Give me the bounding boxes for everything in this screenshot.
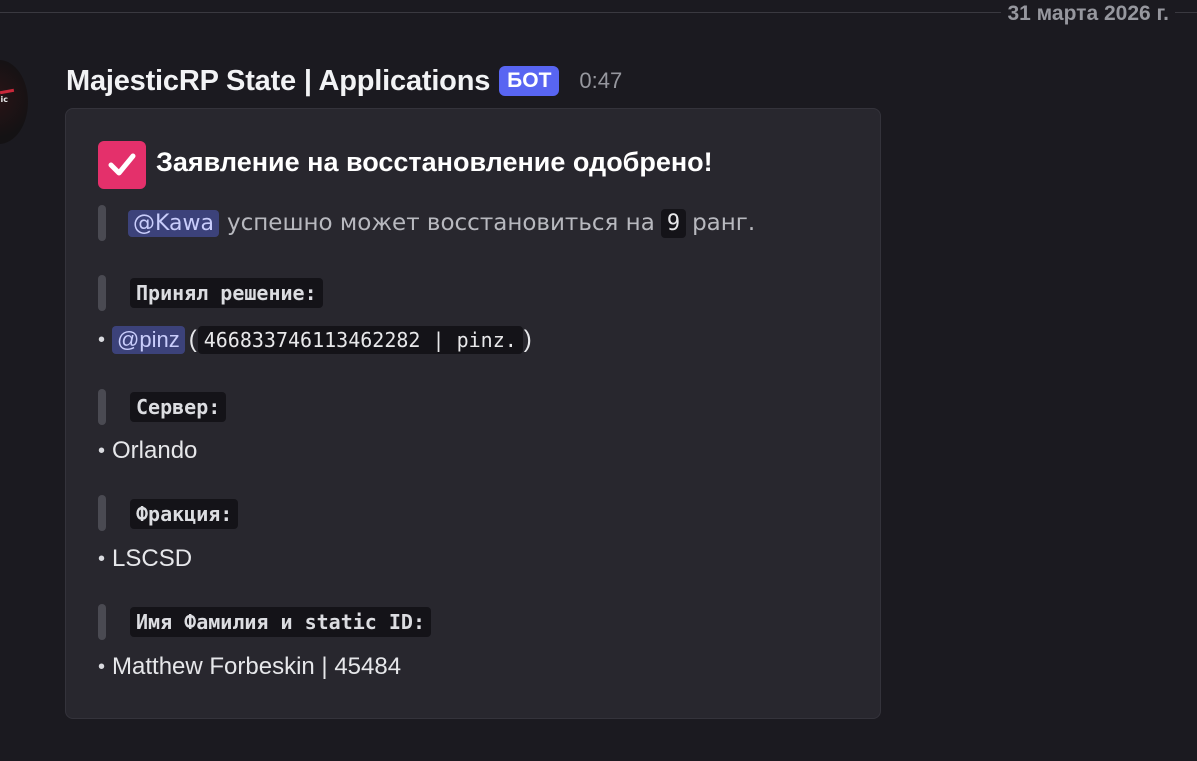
field-value-server: • Orlando	[98, 431, 197, 471]
author-avatar[interactable]: ic	[0, 60, 28, 144]
decider-id-code: 466833746113462282 | pinz.	[197, 326, 523, 354]
field-value-faction: • LSCSD	[98, 539, 192, 579]
faction-value: LSCSD	[112, 545, 193, 572]
bullet: •	[98, 328, 106, 351]
avatar-logo-text: ic	[0, 95, 8, 104]
field-value-decider: • @pinz ( 466833746113462282 | pinz. )	[98, 320, 532, 360]
bullet: •	[98, 439, 106, 462]
bot-badge: БОТ	[499, 66, 560, 96]
server-value: Orlando	[112, 437, 198, 464]
avatar-logo-mark	[0, 88, 15, 95]
field-label-faction: Фракция:	[130, 499, 239, 529]
check-icon	[98, 141, 146, 189]
embed-description: @Kawa успешно может восстановиться на 9 …	[128, 203, 755, 243]
quote-bar	[98, 604, 106, 640]
field-value-name: • Matthew Forbeskin | 45484	[98, 647, 401, 687]
quote-bar	[98, 205, 106, 241]
mention-kawa[interactable]: @Kawa	[128, 209, 219, 237]
message-header: MajesticRP State | Applications БОТ 0:47	[66, 62, 622, 100]
bullet: •	[98, 655, 106, 678]
rank-number: 9	[660, 208, 687, 238]
quote-bar	[98, 495, 106, 531]
paren-open: (	[188, 326, 197, 353]
author-name[interactable]: MajesticRP State | Applications	[66, 65, 490, 98]
message-timestamp[interactable]: 0:47	[579, 68, 622, 94]
embed-title: Заявление на восстановление одобрено!	[156, 147, 713, 177]
description-text: успешно может восстановиться на	[227, 210, 655, 236]
name-value: Matthew Forbeskin | 45484	[112, 653, 402, 680]
quote-bar	[98, 389, 106, 425]
field-label-server: Сервер:	[130, 392, 227, 422]
field-label-decider: Принял решение:	[130, 278, 323, 308]
bullet: •	[98, 547, 106, 570]
quote-bar	[98, 275, 106, 311]
mention-pinz[interactable]: @pinz	[112, 326, 185, 354]
message-embed: Заявление на восстановление одобрено! @K…	[65, 108, 881, 719]
paren-close: )	[523, 326, 532, 353]
date-divider-label: 31 марта 2026 г.	[1001, 0, 1175, 28]
field-label-name: Имя Фамилия и static ID:	[130, 607, 431, 637]
description-text-end: ранг.	[692, 210, 756, 236]
